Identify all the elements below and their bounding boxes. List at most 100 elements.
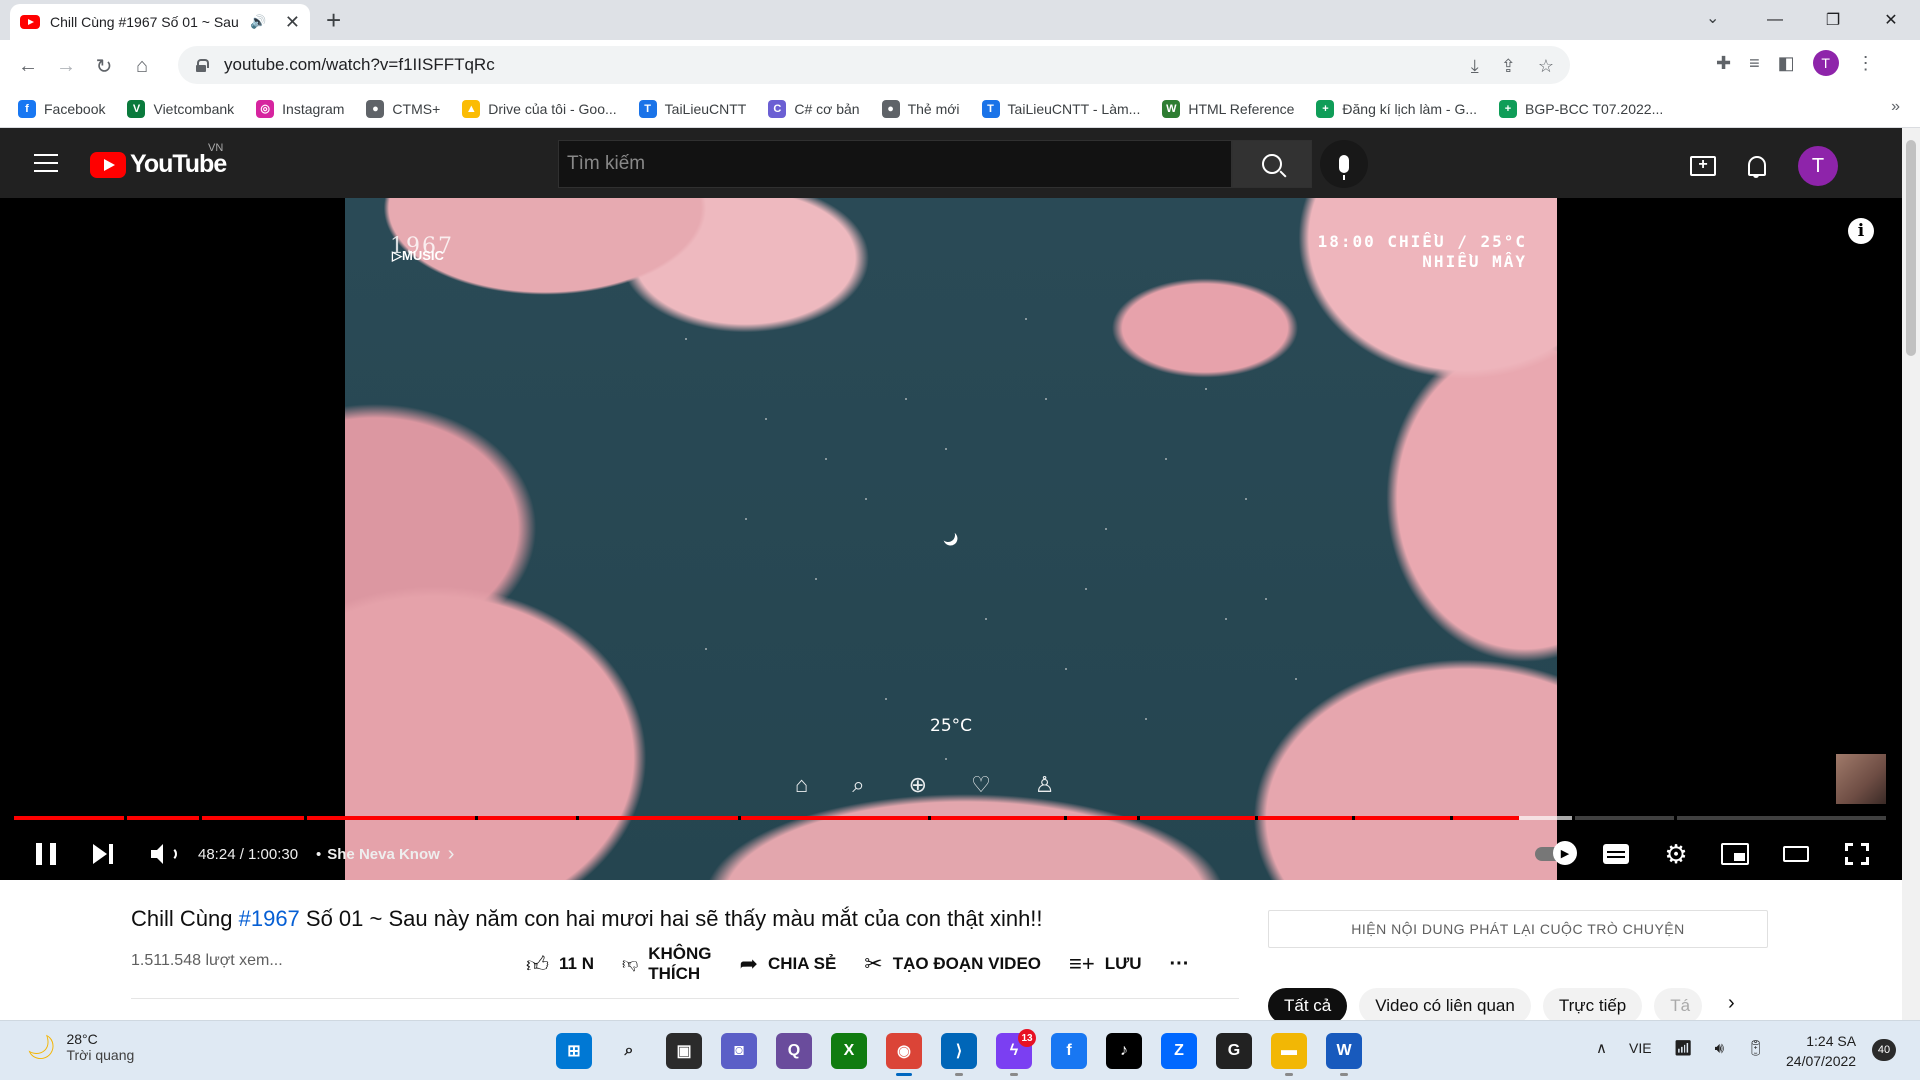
bookmark-item[interactable]: ● CTMS+ xyxy=(366,99,440,118)
theater-mode-button[interactable] xyxy=(1780,838,1812,870)
progress-bar[interactable] xyxy=(14,816,1886,820)
chapter-title[interactable]: • She Neva Know › xyxy=(316,838,454,870)
bookmark-item[interactable]: + BGP-BCC T07.2022... xyxy=(1499,99,1663,118)
player-controls: 48:24 / 1:00:30 • She Neva Know › ⚙ xyxy=(0,828,1902,880)
video-frame[interactable]: 1967 ▷MUSIC 18:00 CHIỀU / 25°C NHIỀU MÂY… xyxy=(345,198,1557,880)
share-button[interactable]: ➦ CHIA SẺ xyxy=(740,951,837,977)
lock-icon[interactable] xyxy=(196,59,209,72)
youtube-logo[interactable]: YouTube VN xyxy=(90,142,227,179)
notification-count-badge[interactable]: 40 xyxy=(1872,1039,1896,1061)
tiktok-icon[interactable]: ♪ xyxy=(1106,1033,1142,1069)
bookmark-item[interactable]: V Vietcombank xyxy=(127,99,234,118)
battery-icon[interactable]: 🔋︎ xyxy=(1746,1039,1765,1057)
filter-chip[interactable]: Video có liên quan xyxy=(1359,988,1531,1024)
save-button[interactable]: ≡+ LƯU xyxy=(1069,951,1141,977)
notifications-bell-icon[interactable] xyxy=(1746,154,1768,178)
task-view-icon[interactable]: ▣ xyxy=(666,1033,702,1069)
close-window-button[interactable]: ✕ xyxy=(1862,0,1920,40)
star xyxy=(1245,498,1247,500)
browser-menu-icon[interactable]: ⋮ xyxy=(1857,53,1875,74)
garena-icon[interactable]: G xyxy=(1216,1033,1252,1069)
miniplayer-button[interactable] xyxy=(1718,838,1752,870)
hashtag-link[interactable]: #1967 xyxy=(239,906,300,931)
chips-next-chevron-icon[interactable]: › xyxy=(1728,992,1735,1015)
profile-avatar[interactable]: T xyxy=(1812,50,1839,76)
dislike-button[interactable]: 👎︎ KHÔNG THÍCH xyxy=(622,944,712,984)
more-actions-button[interactable]: ··· xyxy=(1169,953,1189,976)
fullscreen-button[interactable] xyxy=(1842,838,1872,870)
restore-button[interactable]: ❐ xyxy=(1804,0,1862,40)
url-text[interactable]: youtube.com/watch?v=f1IISFFTqRc xyxy=(224,55,495,75)
bookmarks-overflow-icon[interactable]: » xyxy=(1891,98,1900,116)
weather-widget[interactable]: 🌙︎ 28°C Trời quang xyxy=(26,1031,134,1063)
share-icon[interactable]: ⇪ xyxy=(1501,56,1516,77)
filter-chip[interactable]: Tá xyxy=(1654,988,1703,1024)
messenger-icon[interactable]: ϟ 13 xyxy=(996,1029,1036,1076)
bookmark-item[interactable]: ◎ Instagram xyxy=(256,99,344,118)
create-video-icon[interactable]: + xyxy=(1690,156,1716,176)
word-icon[interactable]: W xyxy=(1326,1033,1362,1076)
tray-overflow-chevron-icon[interactable]: ∧ xyxy=(1596,1039,1607,1057)
bookmark-item[interactable]: f Facebook xyxy=(18,99,105,118)
new-tab-button[interactable]: + xyxy=(326,6,341,34)
page-scrollbar[interactable] xyxy=(1902,128,1920,1020)
autoplay-toggle[interactable] xyxy=(1534,838,1577,870)
bookmark-item[interactable]: T TaiLieuCNTT xyxy=(638,99,746,118)
file-explorer-icon[interactable]: ▬ xyxy=(1271,1033,1307,1076)
zalo-icon[interactable]: Z xyxy=(1161,1033,1197,1069)
forward-arrow-icon[interactable]: → xyxy=(50,50,82,82)
install-app-icon[interactable]: ⤓ xyxy=(1471,56,1479,77)
search-button[interactable] xyxy=(1232,140,1312,188)
speaker-volume-icon[interactable]: 🔊︎ xyxy=(1715,1040,1724,1057)
back-arrow-icon[interactable]: ← xyxy=(12,50,44,82)
search-input[interactable]: Tìm kiếm xyxy=(558,140,1232,188)
mute-button[interactable] xyxy=(148,838,178,870)
browser-tab-youtube[interactable]: Chill Cùng #1967 Số 01 ~ Sau này năm con… xyxy=(10,4,310,40)
address-bar[interactable]: youtube.com/watch?v=f1IISFFTqRc ⤓ ⇪ ☆ xyxy=(178,46,1570,84)
like-button[interactable]: 👍︎ 11 N xyxy=(526,951,594,978)
show-chat-replay-button[interactable]: HIỆN NỘI DUNG PHÁT LẠI CUỘC TRÒ CHUYỆN xyxy=(1268,910,1768,948)
teams-chat-icon[interactable]: ◙ xyxy=(721,1033,757,1069)
view-count[interactable]: 1.511.548 lượt xem... xyxy=(131,952,283,970)
clock[interactable]: 1:24 SA 24/07/2022 xyxy=(1786,1031,1856,1071)
media-control-icon[interactable]: ≡ xyxy=(1749,53,1760,74)
bookmark-item[interactable]: ▲ Drive của tôi - Goo... xyxy=(462,99,617,118)
bookmark-item[interactable]: + Đăng kí lịch làm - G... xyxy=(1316,99,1477,118)
chrome-icon[interactable]: ◉ xyxy=(886,1033,922,1076)
reload-icon[interactable]: ↻ xyxy=(88,50,120,82)
side-panel-icon[interactable]: ◧ xyxy=(1778,53,1795,74)
facebook-icon[interactable]: f xyxy=(1051,1033,1087,1069)
clip-button[interactable]: ✂ TẠO ĐOẠN VIDEO xyxy=(864,951,1041,977)
channel-branding-watermark[interactable] xyxy=(1836,754,1886,804)
minimize-button[interactable]: — xyxy=(1746,0,1804,40)
pause-button[interactable] xyxy=(30,838,62,870)
subtitles-button[interactable] xyxy=(1600,838,1632,870)
vscode-icon[interactable]: ⟩ xyxy=(941,1033,977,1076)
bookmark-star-icon[interactable]: ☆ xyxy=(1538,56,1554,77)
scrollbar-thumb[interactable] xyxy=(1906,140,1916,356)
filter-chip[interactable]: Tất cả xyxy=(1268,988,1348,1024)
windows-start-icon[interactable]: ⊞ xyxy=(556,1033,592,1069)
filter-chip[interactable]: Trực tiếp xyxy=(1542,988,1643,1024)
wifi-icon[interactable]: 📶︎ xyxy=(1674,1039,1693,1057)
bookmark-item[interactable]: C C# cơ bản xyxy=(768,99,860,118)
bookmark-item[interactable]: W HTML Reference xyxy=(1162,99,1294,118)
tab-search-button[interactable]: ⌄ xyxy=(1706,8,1719,28)
settings-button[interactable]: ⚙ xyxy=(1660,838,1692,870)
speaker-icon[interactable]: 🔊 xyxy=(250,14,266,30)
voice-search-button[interactable] xyxy=(1320,140,1368,188)
xbox-icon[interactable]: X xyxy=(831,1033,867,1069)
bookmark-item[interactable]: T TaiLieuCNTT - Làm... xyxy=(981,99,1140,118)
account-avatar[interactable]: T xyxy=(1798,146,1838,186)
tab-close-button[interactable]: ✕ xyxy=(285,12,300,33)
info-card-icon[interactable]: i xyxy=(1848,218,1874,244)
hamburger-menu-icon[interactable] xyxy=(34,154,58,172)
home-icon[interactable]: ⌂ xyxy=(126,50,158,82)
fpt-app-icon[interactable]: Q xyxy=(776,1033,812,1069)
next-button[interactable] xyxy=(90,838,116,870)
extensions-icon[interactable]: ✚ xyxy=(1716,53,1731,74)
search-icon[interactable]: ⌕ xyxy=(611,1033,647,1069)
input-language[interactable]: VIE xyxy=(1629,1040,1652,1056)
video-player[interactable]: 1967 ▷MUSIC 18:00 CHIỀU / 25°C NHIỀU MÂY… xyxy=(0,198,1902,880)
bookmark-item[interactable]: ● Thẻ mới xyxy=(881,99,960,118)
